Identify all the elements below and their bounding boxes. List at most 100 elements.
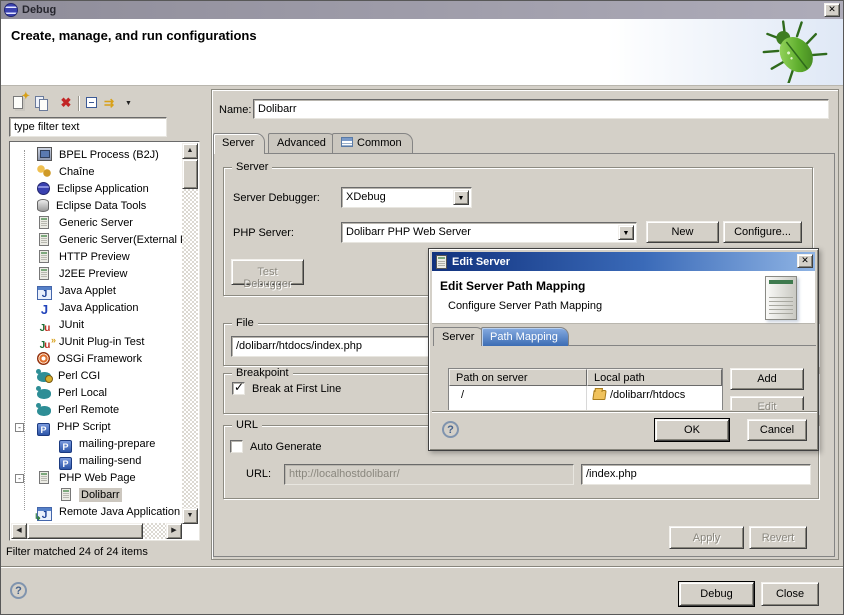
- help-icon[interactable]: ?: [10, 582, 27, 599]
- dialog-tab-server[interactable]: Server: [433, 327, 485, 346]
- server-icon: [39, 233, 49, 246]
- hscroll-thumb[interactable]: [27, 523, 143, 539]
- server-debugger-value: XDebug: [346, 191, 386, 203]
- dialog-titlebar[interactable]: Edit Server ✕: [432, 252, 815, 271]
- test-debugger-button[interactable]: Test Debugger: [231, 259, 304, 285]
- delete-config-icon[interactable]: ✖: [57, 95, 75, 112]
- collapse-all-icon[interactable]: [83, 95, 101, 112]
- php-server-select[interactable]: Dolibarr PHP Web Server ▼: [341, 222, 637, 243]
- revert-button[interactable]: Revert: [749, 526, 807, 549]
- tree-item-php-script[interactable]: -PPHP Script: [10, 419, 181, 436]
- dialog-close-button[interactable]: ✕: [797, 254, 813, 268]
- edit-mapping-button[interactable]: Edit: [730, 396, 804, 410]
- close-button[interactable]: Close: [761, 582, 819, 606]
- duplicate-config-icon[interactable]: [34, 95, 52, 112]
- add-mapping-button[interactable]: Add: [730, 368, 804, 390]
- dialog-subheading: Configure Server Path Mapping: [448, 300, 602, 312]
- configure-server-button[interactable]: Configure...: [723, 221, 802, 243]
- tree-item-dolibarr[interactable]: Dolibarr: [10, 487, 181, 504]
- break-first-line-label: Break at First Line: [252, 383, 341, 395]
- tree-item-j2ee-preview[interactable]: J2EE Preview: [10, 266, 181, 283]
- tree-item-junit[interactable]: JuJUnit: [10, 317, 181, 334]
- menu-dropdown-icon[interactable]: ▼: [125, 95, 135, 112]
- cancel-button[interactable]: Cancel: [747, 419, 807, 441]
- tree-item-bpel-process-b2j[interactable]: BPEL Process (B2J): [10, 147, 181, 164]
- combo-arrow-icon[interactable]: ▼: [618, 225, 634, 240]
- scroll-up-icon[interactable]: ▲: [182, 143, 198, 159]
- tree-item-php-web-page[interactable]: -PHP Web Page: [10, 470, 181, 487]
- debug-button[interactable]: Debug: [679, 582, 754, 606]
- break-first-line-checkbox[interactable]: [232, 382, 245, 395]
- edit-server-dialog: Edit Server ✕ Edit Server Path Mapping C…: [428, 248, 819, 451]
- tree-item-java-applet[interactable]: JJava Applet: [10, 283, 181, 300]
- apply-button[interactable]: Apply: [669, 526, 744, 549]
- server-path-cell: /: [449, 386, 587, 404]
- tree-hscrollbar[interactable]: ◀ ▶: [11, 523, 182, 539]
- tree-item-generic-server[interactable]: Generic Server: [10, 215, 181, 232]
- shells-icon: [37, 164, 52, 178]
- collapse-minus-icon[interactable]: -: [15, 474, 24, 483]
- breakpoint-group-title: Breakpoint: [232, 367, 293, 379]
- header-banner: Create, manage, and run configurations: [1, 19, 843, 86]
- tree-item-java-application[interactable]: JJava Application: [10, 300, 181, 317]
- tree-item-label: mailing-prepare: [77, 437, 157, 451]
- column-path-on-server[interactable]: Path on server: [449, 369, 587, 386]
- local-path-text: /dolibarr/htdocs: [610, 389, 685, 401]
- scroll-right-icon[interactable]: ▶: [166, 523, 182, 539]
- tree-item-perl-local[interactable]: Perl Local: [10, 385, 181, 402]
- vscroll-thumb[interactable]: [182, 159, 198, 189]
- server-icon: [61, 488, 71, 501]
- tree-item-http-preview[interactable]: HTTP Preview: [10, 249, 181, 266]
- tree-item-mailing-send[interactable]: Pmailing-send: [10, 453, 181, 470]
- server-icon: [436, 255, 447, 269]
- dialog-tab-path-mapping[interactable]: Path Mapping: [481, 327, 569, 346]
- ok-button[interactable]: OK: [655, 419, 729, 441]
- eclipse-sphere-icon: [37, 182, 50, 195]
- tree-item-osgi-framework[interactable]: OSGi Framework: [10, 351, 181, 368]
- window-close-button[interactable]: ✕: [824, 3, 840, 17]
- perl-camel-icon: [37, 406, 51, 416]
- filter-icon[interactable]: ⇉: [104, 95, 122, 112]
- php-icon: P: [37, 423, 50, 436]
- collapse-minus-icon[interactable]: -: [15, 423, 24, 432]
- tree-item-perl-remote[interactable]: Perl Remote: [10, 402, 181, 419]
- path-mapping-row[interactable]: / /dolibarr/htdocs: [449, 386, 722, 404]
- type-filter-input[interactable]: type filter text: [9, 117, 167, 137]
- tab-advanced[interactable]: Advanced: [268, 133, 337, 153]
- dropdown-arrow-glyph: ▼: [125, 100, 132, 107]
- tree-item-mailing-prepare[interactable]: Pmailing-prepare: [10, 436, 181, 453]
- name-label: Name:: [219, 104, 251, 116]
- combo-arrow-icon[interactable]: ▼: [453, 190, 469, 205]
- filter-arrows-glyph: ⇉: [104, 96, 114, 110]
- database-icon: [37, 199, 49, 212]
- tab-common[interactable]: Common: [332, 133, 413, 153]
- tree-item-cha-ne[interactable]: Chaîne: [10, 164, 181, 181]
- php-icon: P: [59, 457, 72, 470]
- scroll-down-icon[interactable]: ▼: [182, 508, 198, 524]
- new-config-icon[interactable]: ✦: [10, 95, 28, 112]
- tree-item-eclipse-data-tools[interactable]: Eclipse Data Tools: [10, 198, 181, 215]
- window-titlebar[interactable]: Debug ✕: [1, 1, 843, 19]
- perl-camel-icon: [37, 389, 51, 399]
- dialog-help-icon[interactable]: ?: [442, 421, 459, 438]
- column-local-path[interactable]: Local path: [587, 369, 722, 386]
- tree-vscrollbar[interactable]: ▲ ▼: [182, 143, 198, 524]
- tree-item-eclipse-application[interactable]: Eclipse Application: [10, 181, 181, 198]
- tree-item-remote-java-application[interactable]: JRemote Java Application: [10, 504, 181, 521]
- tree-item-generic-server-external-la[interactable]: Generic Server(External La: [10, 232, 181, 249]
- tab-common-label: Common: [357, 137, 402, 149]
- tree-item-perl-cgi[interactable]: Perl CGI: [10, 368, 181, 385]
- dialog-header: Edit Server Path Mapping Configure Serve…: [432, 271, 815, 324]
- tree-item-label: OSGi Framework: [55, 352, 144, 366]
- server-debugger-select[interactable]: XDebug ▼: [341, 187, 472, 208]
- name-input[interactable]: Dolibarr: [253, 99, 829, 119]
- path-mapping-table: Path on server Local path / /dolibarr/htd…: [448, 368, 723, 410]
- tab-server[interactable]: Server: [213, 133, 265, 154]
- php-server-label: PHP Server:: [233, 227, 294, 239]
- url-group-title: URL: [232, 419, 262, 431]
- tree-item-junit-plug-in-test[interactable]: JuJUnit Plug-in Test: [10, 334, 181, 351]
- new-server-button[interactable]: New: [646, 221, 719, 243]
- auto-generate-checkbox[interactable]: [230, 440, 243, 453]
- scroll-left-icon[interactable]: ◀: [11, 523, 27, 539]
- url-path-input[interactable]: /index.php: [581, 464, 811, 485]
